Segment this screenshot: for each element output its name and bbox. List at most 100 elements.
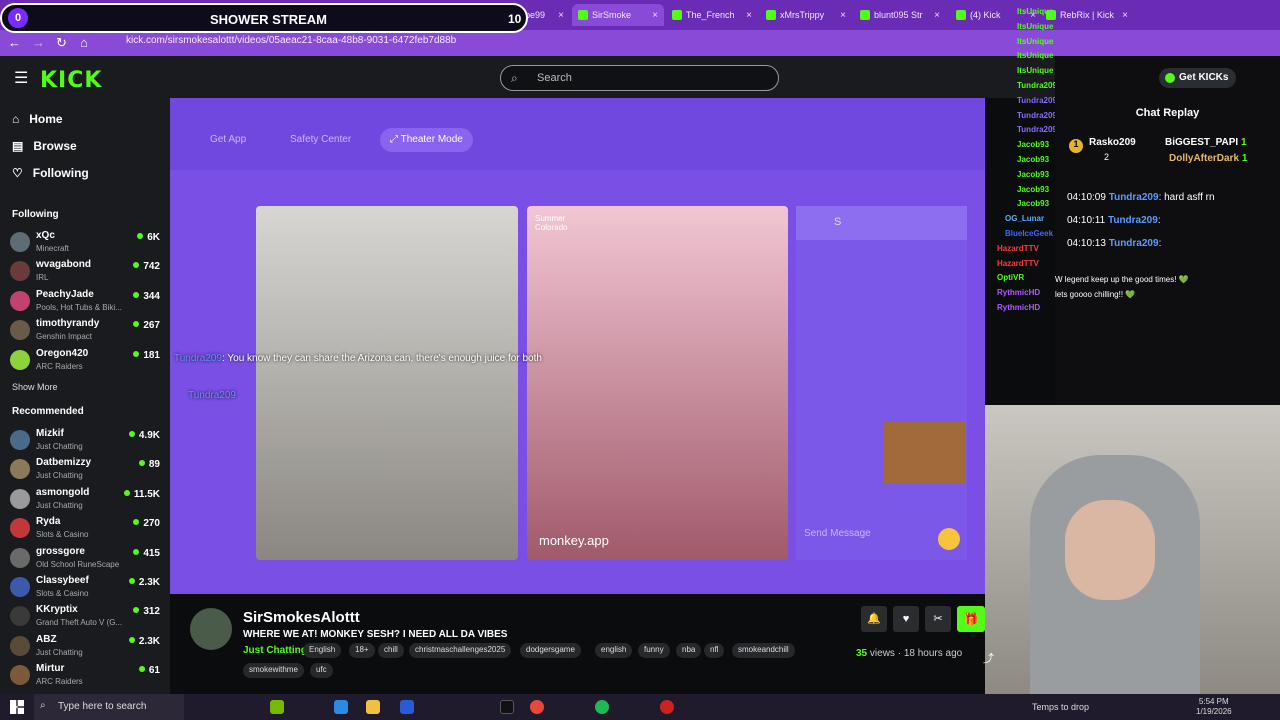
tag[interactable]: ufc [310,663,333,678]
show-more-link[interactable]: Show More [12,382,58,392]
following-header: Following [12,209,59,220]
send-message-input[interactable]: Send Message [804,528,871,539]
overlay-chat-line: Jacob93 [1017,169,1050,179]
overlay-chat-line: OptiVR [997,273,1025,283]
clock[interactable]: 5:54 PM 1/19/2026 [1196,697,1232,717]
channel-item[interactable]: Ryda Slots & Casino 270 [10,516,162,544]
gift-icon[interactable] [938,528,960,550]
nav-following[interactable]: ♡ Following [12,166,89,180]
forward-icon[interactable]: → [32,35,45,51]
views-count: 35 views · 18 hours ago [856,648,963,659]
bell-icon[interactable]: 🔔 [861,606,887,632]
avatar [10,635,30,656]
obs-icon[interactable] [660,700,674,714]
url-field[interactable]: kick.com/sirsmokesalottt/videos/05aeac21… [126,35,456,46]
channel-item[interactable]: wvagabond IRL 742 [10,259,162,287]
channel-name: PeachyJade [36,288,94,300]
close-tab-icon[interactable]: × [652,10,658,21]
close-tab-icon[interactable]: × [840,10,846,21]
taskbar-search[interactable]: ⌕ Type here to search [34,694,184,720]
browser-tab[interactable]: xMrsTrippy × [760,4,852,26]
channel-item[interactable]: ABZ Just Chatting 2.3K [10,634,162,662]
get-kicks-button[interactable]: Get KICKs [1159,68,1237,88]
channel-name: Mizkif [36,428,64,439]
weather-text[interactable]: Temps to drop [1032,702,1089,712]
nvidia-icon[interactable] [270,700,284,714]
theater-mode-button[interactable]: ⤢ Theater Mode [380,128,473,152]
edge-icon[interactable] [334,700,348,714]
home-browser-icon[interactable]: ⌂ [80,35,88,51]
get-app-button[interactable]: Get App [200,128,256,152]
folder-icon[interactable] [366,700,380,714]
viewer-count: 4.9K [129,430,160,441]
tag[interactable]: funny [638,643,670,658]
nav-browse[interactable]: ▤ Browse [12,139,77,153]
browse-icon: ▤ [12,139,24,153]
clip-icon[interactable]: ✂ [925,606,951,632]
stream-category[interactable]: Just Chatting [243,645,307,656]
close-tab-icon[interactable]: × [1122,10,1128,21]
tag[interactable]: nfl [704,643,725,658]
viewer-count: 270 [133,518,160,529]
menu-icon[interactable]: ☰ [14,68,28,88]
channel-item[interactable]: Mirtur ARC Raiders 61 [10,663,162,691]
spotify-icon[interactable] [595,700,609,714]
start-icon[interactable] [10,700,24,714]
monkey-watermark: monkey.app [539,533,609,548]
back-icon[interactable]: ← [8,35,21,51]
avatar [10,518,30,539]
tag[interactable]: nba [676,643,702,658]
browser-tab[interactable]: SirSmoke × [572,4,664,26]
overlay-chat-line: RythmicHD [997,288,1041,298]
tab-label: RebRix | Kick [1060,10,1114,20]
close-tab-icon[interactable]: × [934,10,940,21]
tab-favicon [766,10,776,20]
channel-item[interactable]: Classybeef Slots & Casino 2.3K [10,575,162,603]
channel-item[interactable]: xQc Minecraft 6K [10,230,162,258]
channel-item[interactable]: grossgore Old School RuneScape 415 [10,546,162,574]
channel-category: Just Chatting [36,500,83,510]
channel-item[interactable]: Datbemizzy Just Chatting 89 [10,457,162,485]
tag[interactable]: english [595,643,633,658]
reload-icon[interactable]: ↻ [56,35,67,51]
channel-item[interactable]: asmongold Just Chatting 11.5K [10,487,162,515]
nav-label: Following [32,166,89,180]
browser-tab[interactable]: The_French × [666,4,758,26]
overlay-chat-line: ItsUnique [1017,51,1054,61]
safety-center-button[interactable]: Safety Center [280,128,361,152]
search-input[interactable]: ⌕ Search [500,65,779,91]
avatar [10,488,30,509]
store-icon[interactable] [400,700,414,714]
share-icon[interactable]: ⤴ [983,650,994,666]
kick-logo[interactable]: KICK [40,68,102,93]
browser-tab[interactable]: blunt095 Str × [854,4,946,26]
overlay-chat-line: BlueIceGeek [1005,229,1054,238]
channel-name: Mirtur [36,663,65,675]
channel-item[interactable]: Mizkif Just Chatting 4.9K [10,428,162,456]
nav-home[interactable]: ⌂ Home [12,112,63,126]
tag[interactable]: christmaschallenges2025 [409,643,512,658]
heart-icon[interactable]: ♥ [893,606,919,632]
gift-sub-button[interactable]: 🎁 [957,606,985,632]
tag[interactable]: chill [378,643,404,658]
tiktok-icon[interactable] [500,700,514,714]
channel-item[interactable]: timothyrandy Genshin Impact 267 [10,318,162,346]
stream-title: WHERE WE AT! MONKEY SESH? I NEED ALL DA … [243,629,508,640]
overlay-chat-line: Tundra209 [1017,125,1057,135]
channel-item[interactable]: PeachyJade Pools, Hot Tubs & Biki... 344 [10,289,162,317]
close-tab-icon[interactable]: × [746,10,752,21]
viewer-count: 2.3K [129,577,160,588]
tag[interactable]: English [303,643,342,658]
tag[interactable]: smokewithme [243,663,304,678]
tag[interactable]: dodgersgame [520,643,581,658]
tag[interactable]: smokeandchill [732,643,795,658]
close-tab-icon[interactable]: × [558,10,564,21]
tag[interactable]: 18+ [349,643,375,658]
avatar [10,665,30,686]
chrome-icon[interactable] [530,700,544,714]
streamer-avatar[interactable] [190,608,232,650]
video-player[interactable]: Get App Safety Center ⤢ Theater Mode Sum… [170,98,985,594]
channel-item[interactable]: KKryptix Grand Theft Auto V (G... 312 [10,604,162,632]
channel-item[interactable]: Oregon420 ARC Raiders 181 [10,348,162,376]
streamer-name[interactable]: SirSmokesAlottt [243,609,360,626]
